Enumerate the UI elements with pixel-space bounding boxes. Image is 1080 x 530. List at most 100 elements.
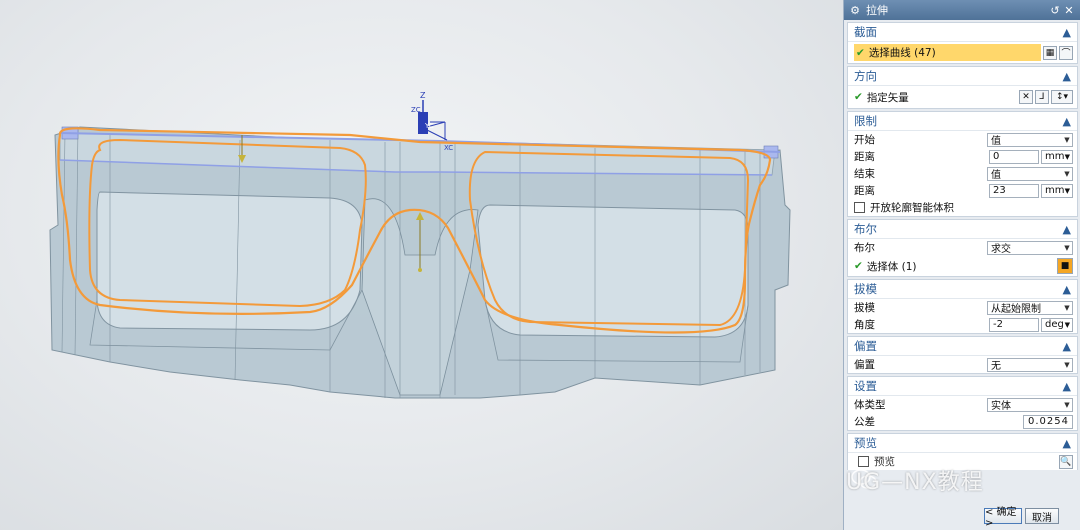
right-lens — [477, 204, 749, 338]
start-unit-select[interactable]: mm ▼ — [1041, 149, 1073, 164]
start-distance-label: 距离 — [854, 151, 875, 163]
specify-vector-label: 指定矢量 — [866, 91, 909, 104]
select-curve-label: 选择曲线 (47) — [868, 47, 936, 59]
axis-yc-label: YC — [424, 122, 434, 130]
section-profile-header[interactable]: 截面 ▲ — [848, 23, 1077, 42]
draft-select[interactable]: 从起始限制 ▼ — [987, 300, 1073, 315]
end-unit-select[interactable]: mm ▼ — [1041, 183, 1073, 198]
angle-input[interactable]: -2 — [989, 317, 1039, 332]
axis-z-label: Z — [420, 91, 426, 100]
section-offset: 偏置 ▲ 偏置 无 ▼ — [847, 336, 1078, 374]
specify-vector-row[interactable]: ✔ 指定矢量 ✕ ⅃ ↕▾ — [848, 86, 1077, 108]
angle-label: 角度 — [854, 319, 875, 331]
limit-start-row: 开始 值 ▼ — [848, 131, 1077, 148]
open-profile-row[interactable]: 开放轮廓智能体积 — [848, 199, 1077, 216]
section-profile-title: 截面 — [854, 25, 877, 39]
axis-xc-label: XC — [444, 144, 453, 152]
reset-icon[interactable]: ↺ — [1048, 4, 1062, 17]
limit-end-row: 结束 值 ▼ — [848, 165, 1077, 182]
boolean-select[interactable]: 求交 ▼ — [987, 240, 1073, 255]
section-preview-header[interactable]: 预览 ▲ — [848, 434, 1077, 453]
section-limits-title: 限制 — [854, 114, 877, 128]
body-type-row: 体类型 实体 ▼ — [848, 396, 1077, 413]
select-body-label: 选择体 (1) — [866, 260, 917, 273]
show-result-icon[interactable]: 🔍 — [1059, 454, 1073, 469]
offset-select[interactable]: 无 ▼ — [987, 357, 1073, 372]
draft-row: 拔模 从起始限制 ▼ — [848, 299, 1077, 316]
section-draft-title: 拔模 — [854, 282, 877, 296]
checkmark-icon: ✔ — [854, 260, 863, 272]
end-distance-row: 距离 23 mm ▼ — [848, 182, 1077, 199]
chevron-up-icon[interactable]: ▲ — [1063, 115, 1071, 128]
solid-body-icon[interactable]: ■ — [1057, 258, 1073, 274]
section-boolean-title: 布尔 — [854, 222, 877, 236]
cancel-button[interactable]: 取消 — [1025, 508, 1059, 524]
chevron-up-icon[interactable]: ▲ — [1063, 26, 1071, 39]
gear-icon[interactable]: ⚙ — [848, 4, 862, 17]
section-offset-header[interactable]: 偏置 ▲ — [848, 337, 1077, 356]
start-distance-row: 距离 0 mm ▼ — [848, 148, 1077, 165]
select-body-row[interactable]: ✔ 选择体 (1) ■ — [848, 256, 1077, 276]
start-type-select[interactable]: 值 ▼ — [987, 132, 1073, 147]
chevron-up-icon[interactable]: ▲ — [1063, 283, 1071, 296]
section-settings-title: 设置 — [854, 379, 877, 393]
open-profile-label: 开放轮廓智能体积 — [870, 202, 954, 214]
graphics-viewport[interactable]: Z ZC YC XC — [0, 0, 843, 530]
curve-icon[interactable]: ⌒ — [1059, 45, 1073, 60]
section-settings: 设置 ▲ 体类型 实体 ▼ 公差 0.0254 — [847, 376, 1078, 431]
section-limits: 限制 ▲ 开始 值 ▼ 距离 0 mm ▼ 结束 值 ▼ 距离 23 mm ▼ 开放轮廓… — [847, 111, 1078, 217]
reverse-direction-icon[interactable]: ✕ — [1019, 90, 1033, 104]
checkmark-icon: ✔ — [856, 46, 865, 59]
body-type-label: 体类型 — [854, 399, 886, 411]
offset-row: 偏置 无 ▼ — [848, 356, 1077, 373]
ok-button[interactable]: < 确定 > — [984, 507, 1022, 529]
select-curve-row[interactable]: ✔ 选择曲线 (47) ▦ ⌒ — [848, 42, 1077, 63]
end-type-select[interactable]: 值 ▼ — [987, 166, 1073, 181]
section-direction-title: 方向 — [854, 69, 877, 83]
tolerance-row: 公差 0.0254 — [848, 413, 1077, 430]
tolerance-input[interactable]: 0.0254 — [1023, 414, 1073, 429]
checkmark-icon: ✔ — [854, 91, 863, 103]
angle-row: 角度 -2 deg ▼ — [848, 316, 1077, 333]
section-preview-title: 预览 — [854, 436, 877, 450]
section-settings-header[interactable]: 设置 ▲ — [848, 377, 1077, 396]
select-curve-field[interactable]: ✔ 选择曲线 (47) — [854, 44, 1041, 61]
dialog-titlebar: ⚙ 拉伸 ↺ ✕ — [844, 0, 1080, 20]
tolerance-label: 公差 — [854, 416, 875, 428]
watermark-text: UG—NX教程 — [846, 470, 984, 495]
extrude-dialog: ⚙ 拉伸 ↺ ✕ 截面 ▲ ✔ 选择曲线 (47) ▦ ⌒ 方向 ▲ ✔ 指定矢… — [843, 0, 1080, 530]
end-distance-label: 距离 — [854, 185, 875, 197]
section-direction-header[interactable]: 方向 ▲ — [848, 67, 1077, 86]
angle-unit-select[interactable]: deg ▼ — [1041, 317, 1073, 332]
section-limits-header[interactable]: 限制 ▲ — [848, 112, 1077, 131]
section-boolean: 布尔 ▲ 布尔 求交 ▼ ✔ 选择体 (1) ■ — [847, 219, 1078, 277]
start-label: 开始 — [854, 134, 875, 146]
draft-label: 拔模 — [854, 302, 875, 314]
offset-label: 偏置 — [854, 359, 875, 371]
section-profile: 截面 ▲ ✔ 选择曲线 (47) ▦ ⌒ — [847, 22, 1078, 64]
axis-zc-label: ZC — [411, 106, 421, 114]
chevron-up-icon[interactable]: ▲ — [1063, 70, 1071, 83]
vector-dialog-icon[interactable]: ⅃ — [1035, 90, 1049, 104]
end-label: 结束 — [854, 168, 875, 180]
section-offset-title: 偏置 — [854, 339, 877, 353]
close-icon[interactable]: ✕ — [1062, 4, 1076, 17]
dialog-title: 拉伸 — [866, 4, 888, 17]
end-distance-input[interactable]: 23 — [989, 183, 1039, 198]
chevron-up-icon[interactable]: ▲ — [1063, 380, 1071, 393]
chevron-up-icon[interactable]: ▲ — [1063, 223, 1071, 236]
chevron-up-icon[interactable]: ▲ — [1063, 437, 1071, 450]
boolean-row: 布尔 求交 ▼ — [848, 239, 1077, 256]
sketch-section-icon[interactable]: ▦ — [1043, 45, 1057, 60]
chevron-up-icon[interactable]: ▲ — [1063, 340, 1071, 353]
body-type-select[interactable]: 实体 ▼ — [987, 397, 1073, 412]
vector-type-dropdown[interactable]: ↕▾ — [1051, 90, 1073, 104]
boolean-label: 布尔 — [854, 242, 875, 254]
open-profile-checkbox[interactable] — [854, 202, 865, 213]
section-draft-header[interactable]: 拔模 ▲ — [848, 280, 1077, 299]
glasses-model[interactable]: Z ZC YC XC — [0, 0, 843, 530]
section-draft: 拔模 ▲ 拔模 从起始限制 ▼ 角度 -2 deg ▼ — [847, 279, 1078, 334]
section-direction: 方向 ▲ ✔ 指定矢量 ✕ ⅃ ↕▾ — [847, 66, 1078, 109]
start-distance-input[interactable]: 0 — [989, 149, 1039, 164]
section-boolean-header[interactable]: 布尔 ▲ — [848, 220, 1077, 239]
